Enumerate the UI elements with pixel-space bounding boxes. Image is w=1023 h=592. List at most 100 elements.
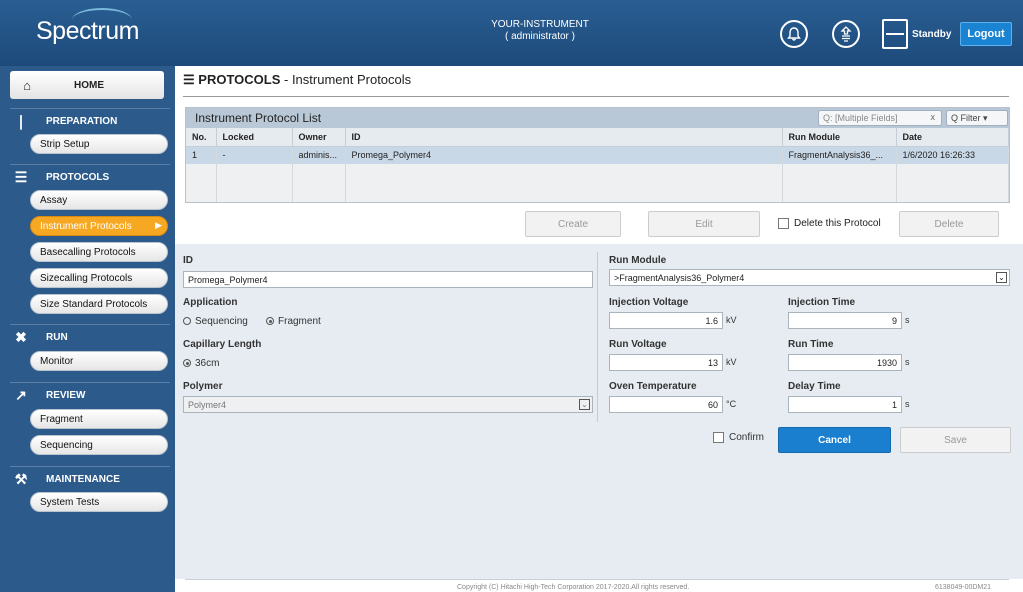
section-protocols: ☰ PROTOCOLS xyxy=(10,164,170,186)
cancel-button[interactable]: Cancel xyxy=(778,427,891,453)
save-button[interactable]: Save xyxy=(900,427,1011,453)
chevron-down-icon[interactable]: ⌄ xyxy=(996,272,1007,283)
bell-icon[interactable] xyxy=(780,20,808,48)
sidebar-item-basecalling-protocols[interactable]: Basecalling Protocols xyxy=(30,242,168,262)
radio-icon[interactable] xyxy=(183,317,191,325)
sidebar: ⌂ HOME ❘ PREPARATION Strip Setup ☰ PROTO… xyxy=(0,66,175,592)
clear-icon[interactable]: x xyxy=(931,112,936,122)
home-button[interactable]: ⌂ HOME xyxy=(10,71,164,99)
radio-selected-icon[interactable] xyxy=(183,359,191,367)
run-time-unit: s xyxy=(905,357,910,367)
run-time-input[interactable]: 1930 xyxy=(788,354,902,371)
inj-time-unit: s xyxy=(905,315,910,325)
title-divider xyxy=(183,96,1009,97)
column-header[interactable]: ID xyxy=(345,128,783,147)
protocol-table: No. Locked Owner ID Run Module Date 1 - … xyxy=(186,128,1009,202)
table-row-empty xyxy=(186,183,1009,202)
run-voltage-input[interactable]: 13 xyxy=(609,354,723,371)
main-content: ☰ PROTOCOLS - Instrument Protocols Instr… xyxy=(175,66,1023,592)
wrench-icon: ⚒ xyxy=(14,471,28,487)
application-label: Application xyxy=(183,297,238,308)
sidebar-item-size-standard-protocols[interactable]: Size Standard Protocols xyxy=(30,294,168,314)
search-input[interactable]: Q: [Multiple Fields] x xyxy=(818,110,942,126)
sidebar-item-fragment[interactable]: Fragment xyxy=(30,409,168,429)
section-preparation: ❘ PREPARATION xyxy=(10,108,170,130)
app-header: Spectrum YOUR-INSTRUMENT ( administrator… xyxy=(0,0,1023,66)
checkbox[interactable] xyxy=(713,432,724,443)
radio-fragment[interactable]: Fragment xyxy=(266,316,321,327)
edit-button[interactable]: Edit xyxy=(648,211,760,237)
upload-icon[interactable] xyxy=(832,20,860,48)
radio-sequencing[interactable]: Sequencing xyxy=(183,316,248,327)
sidebar-item-system-tests[interactable]: System Tests xyxy=(30,492,168,512)
runner-icon: ✖ xyxy=(15,329,27,345)
delay-time-input[interactable]: 1 xyxy=(788,396,902,413)
delete-protocol-checkbox[interactable]: Delete this Protocol xyxy=(778,218,881,229)
protocol-list: Instrument Protocol List Q: [Multiple Fi… xyxy=(185,107,1010,203)
inj-voltage-input[interactable]: 1.6 xyxy=(609,312,723,329)
column-header[interactable]: Locked xyxy=(216,128,293,147)
inj-voltage-unit: kV xyxy=(726,315,737,325)
chevron-down-icon[interactable]: ⌄ xyxy=(579,399,590,410)
run-voltage-label: Run Voltage xyxy=(609,339,667,350)
sidebar-item-sizecalling-protocols[interactable]: Sizecalling Protocols xyxy=(30,268,168,288)
run-time-label: Run Time xyxy=(788,339,834,350)
run-module-select[interactable]: >FragmentAnalysis36_Polymer4 ⌄ xyxy=(609,269,1010,286)
section-review: ↗ REVIEW xyxy=(10,382,170,404)
list-title: Instrument Protocol List xyxy=(195,111,322,125)
polymer-select[interactable]: Polymer4 ⌄ xyxy=(183,396,593,413)
inj-time-input[interactable]: 9 xyxy=(788,312,902,329)
protocol-form: ID Promega_Polymer4 Application Sequenci… xyxy=(175,244,1023,579)
table-row[interactable]: 1 - adminis... Promega_Polymer4 Fragment… xyxy=(186,146,1009,164)
oven-temp-input[interactable]: 60 xyxy=(609,396,723,413)
list-icon: ☰ xyxy=(14,169,28,185)
exclamation-icon: ❘ xyxy=(15,113,27,129)
chart-line-icon: ↗ xyxy=(15,387,27,403)
sidebar-item-strip-setup[interactable]: Strip Setup xyxy=(30,134,168,154)
capillary-label: Capillary Length xyxy=(183,339,262,350)
column-header[interactable]: No. xyxy=(186,128,217,147)
sidebar-item-instrument-protocols[interactable]: Instrument Protocols ▶ xyxy=(30,216,168,236)
oven-temp-label: Oven Temperature xyxy=(609,381,697,392)
checkbox[interactable] xyxy=(778,218,789,229)
logout-button[interactable]: Logout xyxy=(960,22,1012,46)
form-divider xyxy=(597,252,598,422)
page-title: ☰ PROTOCOLS - Instrument Protocols xyxy=(183,72,412,87)
app-logo: Spectrum xyxy=(36,17,139,45)
sidebar-item-monitor[interactable]: Monitor xyxy=(30,351,168,371)
create-button[interactable]: Create xyxy=(525,211,621,237)
oven-temp-unit: °C xyxy=(726,399,737,409)
polymer-label: Polymer xyxy=(183,381,223,392)
caret-right-icon: ▶ xyxy=(155,220,162,230)
instrument-name: YOUR-INSTRUMENT xyxy=(491,19,589,30)
footer-divider xyxy=(185,579,1009,580)
home-icon: ⌂ xyxy=(23,77,31,93)
sidebar-item-sequencing[interactable]: Sequencing xyxy=(30,435,168,455)
inj-time-label: Injection Time xyxy=(788,297,856,308)
column-header[interactable]: Date xyxy=(896,128,1009,147)
user-role: ( administrator ) xyxy=(504,31,575,42)
id-label: ID xyxy=(183,255,193,266)
radio-selected-icon[interactable] xyxy=(266,317,274,325)
delete-button[interactable]: Delete xyxy=(899,211,999,237)
filter-button[interactable]: Q Filter ▾ xyxy=(946,110,1008,126)
sidebar-item-assay[interactable]: Assay xyxy=(30,190,168,210)
copyright-text: Copyright (C) Hitachi High-Tech Corporat… xyxy=(457,584,690,591)
instrument-info: YOUR-INSTRUMENT ( administrator ) xyxy=(440,19,640,43)
id-field[interactable]: Promega_Polymer4 xyxy=(183,271,593,288)
column-header[interactable]: Owner xyxy=(292,128,346,147)
section-run: ✖ RUN xyxy=(10,324,170,346)
table-row-empty xyxy=(186,164,1009,183)
standby-status: Standby xyxy=(912,29,952,40)
delay-time-label: Delay Time xyxy=(788,381,841,392)
run-module-label: Run Module xyxy=(609,255,667,266)
column-header[interactable]: Run Module xyxy=(782,128,897,147)
list-header: Instrument Protocol List Q: [Multiple Fi… xyxy=(186,108,1009,128)
confirm-checkbox[interactable]: Confirm xyxy=(713,432,764,443)
version-text: 6138049-00DM21 xyxy=(935,584,992,591)
inj-voltage-label: Injection Voltage xyxy=(609,297,689,308)
delay-time-unit: s xyxy=(905,399,910,409)
standby-icon xyxy=(882,19,908,49)
list-icon: ☰ xyxy=(183,72,195,87)
capillary-option[interactable]: 36cm xyxy=(183,358,219,369)
